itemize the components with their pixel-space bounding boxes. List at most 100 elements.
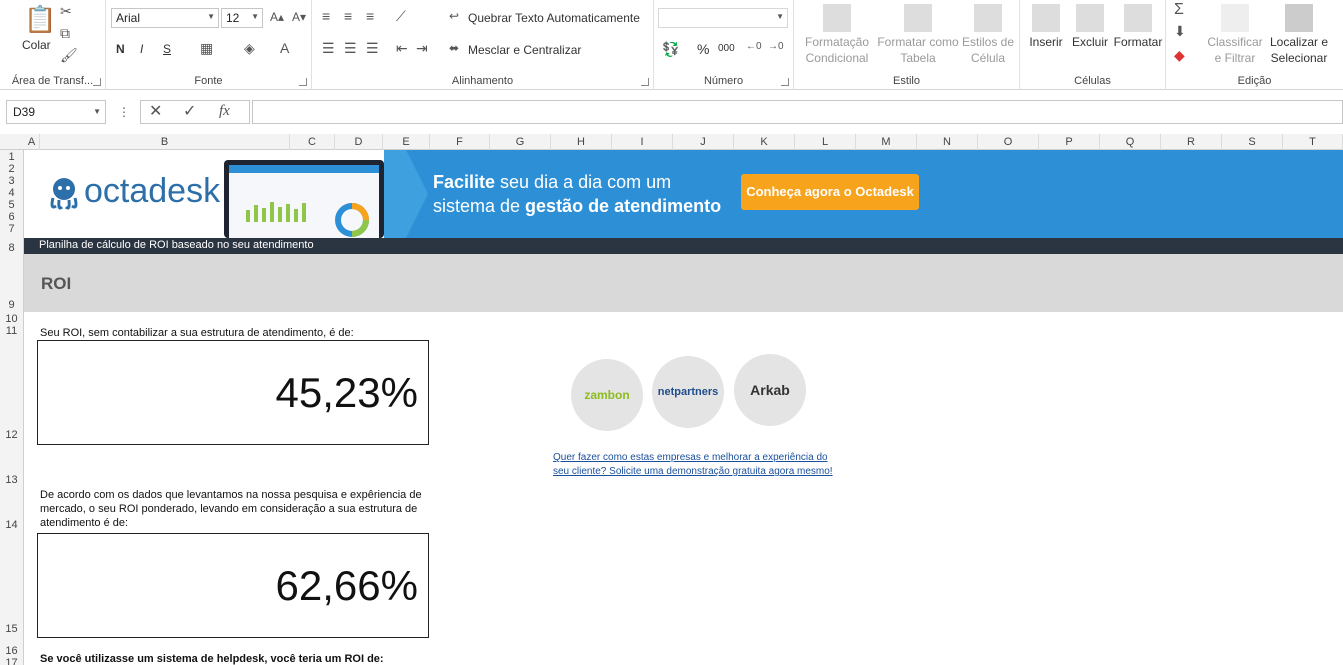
- format-painter-icon[interactable]: 🖌: [60, 48, 78, 62]
- wrap-text-icon[interactable]: ↩: [449, 10, 459, 22]
- insert-function-icon[interactable]: fx: [219, 104, 230, 119]
- row-header-6[interactable]: 6: [0, 212, 23, 223]
- row-header-12[interactable]: 12: [0, 430, 23, 441]
- align-top-icon[interactable]: ≡: [322, 9, 330, 23]
- paste-icon[interactable]: 📋: [24, 6, 56, 32]
- column-header-N[interactable]: N: [917, 134, 978, 150]
- column-header-S[interactable]: S: [1222, 134, 1283, 150]
- increase-indent-icon[interactable]: ⇥: [416, 41, 428, 55]
- column-header-B[interactable]: B: [40, 134, 290, 150]
- shrink-font-icon[interactable]: A▾: [292, 11, 306, 23]
- enter-icon[interactable]: ✓: [183, 104, 196, 120]
- column-header-C[interactable]: C: [290, 134, 335, 150]
- cancel-icon[interactable]: ✕: [149, 104, 162, 120]
- column-header-T[interactable]: T: [1283, 134, 1343, 150]
- row-header-11[interactable]: 11: [0, 326, 23, 337]
- align-center-icon[interactable]: ☰: [344, 41, 357, 55]
- column-header-E[interactable]: E: [383, 134, 430, 150]
- editing-group: Σ ⬇ ◆ Classificar e Filtrar Localizar e …: [1166, 0, 1343, 90]
- row-header-7[interactable]: 7: [0, 224, 23, 235]
- thousands-button[interactable]: 000: [718, 43, 735, 54]
- merge-center-button[interactable]: Mesclar e Centralizar: [468, 43, 581, 57]
- row-header-16[interactable]: 16: [0, 646, 23, 657]
- row-header-5[interactable]: 5: [0, 200, 23, 211]
- weighted-value-cell[interactable]: 62,66%: [37, 533, 429, 638]
- row-header-2[interactable]: 2: [0, 164, 23, 175]
- clear-icon[interactable]: ◆: [1174, 48, 1185, 62]
- underline-button[interactable]: S: [163, 42, 171, 56]
- orientation-icon[interactable]: ⟋: [396, 9, 406, 23]
- format-as-table-button[interactable]: Formatar como Tabela: [876, 4, 960, 66]
- align-right-icon[interactable]: ☰: [366, 41, 379, 55]
- name-box[interactable]: D39 ▼: [6, 100, 106, 124]
- formula-input[interactable]: [252, 100, 1343, 124]
- currency-icon[interactable]: 💱: [662, 42, 679, 56]
- italic-button[interactable]: I: [140, 42, 143, 56]
- column-header-H[interactable]: H: [551, 134, 612, 150]
- format-button[interactable]: Formatar: [1112, 4, 1164, 50]
- sort-filter-button[interactable]: Classificar e Filtrar: [1204, 4, 1266, 66]
- roi-value-cell[interactable]: 45,23%: [37, 340, 429, 445]
- demo-link-line-1[interactable]: Quer fazer como estas empresas e melhora…: [553, 452, 828, 463]
- cta-button[interactable]: Conheça agora o Octadesk: [741, 174, 919, 210]
- font-name-select[interactable]: Arial ▼: [111, 8, 219, 28]
- row-header-14[interactable]: 14: [0, 520, 23, 531]
- demo-link-line-2[interactable]: seu cliente? Solicite uma demonstração g…: [553, 466, 833, 477]
- increase-decimal-icon[interactable]: ←0: [746, 42, 762, 52]
- cell-styles-button[interactable]: Estilos de Célula: [960, 4, 1016, 66]
- number-format-select[interactable]: ▼: [658, 8, 788, 28]
- column-header-R[interactable]: R: [1161, 134, 1222, 150]
- row-header-9[interactable]: 9: [0, 300, 23, 311]
- bold-button[interactable]: N: [116, 42, 125, 56]
- column-header-J[interactable]: J: [673, 134, 734, 150]
- number-launcher[interactable]: [781, 78, 789, 86]
- column-header-L[interactable]: L: [795, 134, 856, 150]
- row-header-15[interactable]: 15: [0, 624, 23, 635]
- decrease-indent-icon[interactable]: ⇤: [396, 41, 408, 55]
- column-header-G[interactable]: G: [490, 134, 551, 150]
- row-header-10[interactable]: 10: [0, 314, 23, 325]
- row-header-17[interactable]: 17: [0, 658, 23, 665]
- alignment-launcher[interactable]: [641, 78, 649, 86]
- paste-button[interactable]: Colar: [22, 38, 51, 52]
- copy-icon[interactable]: ⧉: [60, 26, 70, 40]
- column-header-A[interactable]: A: [24, 134, 40, 150]
- align-bottom-icon[interactable]: ≡: [366, 9, 374, 23]
- wrap-text-button[interactable]: Quebrar Texto Automaticamente: [468, 11, 640, 25]
- column-header-I[interactable]: I: [612, 134, 673, 150]
- column-header-P[interactable]: P: [1039, 134, 1100, 150]
- font-color-icon[interactable]: A: [280, 41, 289, 55]
- row-header-4[interactable]: 4: [0, 188, 23, 199]
- row-header-8[interactable]: 8: [0, 243, 23, 254]
- weighted-label-1: De acordo com os dados que levantamos na…: [40, 489, 422, 501]
- row-header-3[interactable]: 3: [0, 176, 23, 187]
- clipboard-launcher[interactable]: [93, 78, 101, 86]
- column-header-O[interactable]: O: [978, 134, 1039, 150]
- insert-button[interactable]: Inserir: [1024, 4, 1068, 50]
- find-select-button[interactable]: Localizar e Selecionar: [1266, 4, 1332, 66]
- delete-button[interactable]: Excluir: [1068, 4, 1112, 50]
- decrease-decimal-icon[interactable]: →0: [768, 42, 784, 52]
- merge-icon[interactable]: ⬌: [449, 42, 459, 54]
- font-launcher[interactable]: [299, 78, 307, 86]
- fill-color-icon[interactable]: ◈: [244, 41, 255, 55]
- cut-icon[interactable]: ✂: [60, 4, 72, 18]
- font-size-select[interactable]: 12 ▼: [221, 8, 263, 28]
- autosum-icon[interactable]: Σ: [1174, 2, 1184, 18]
- column-header-K[interactable]: K: [734, 134, 795, 150]
- octadesk-banner[interactable]: octadesk Facilite seu dia a dia com um s…: [24, 150, 1343, 238]
- row-header-1[interactable]: 1: [0, 152, 23, 163]
- align-middle-icon[interactable]: ≡: [344, 9, 352, 23]
- conditional-formatting-button[interactable]: Formatação Condicional: [798, 4, 876, 66]
- row-header-13[interactable]: 13: [0, 475, 23, 486]
- fill-icon[interactable]: ⬇: [1174, 24, 1186, 38]
- column-header-Q[interactable]: Q: [1100, 134, 1161, 150]
- percent-button[interactable]: %: [697, 41, 709, 57]
- column-header-D[interactable]: D: [335, 134, 383, 150]
- borders-icon[interactable]: ▦: [200, 41, 213, 55]
- grow-font-icon[interactable]: A▴: [270, 11, 284, 23]
- align-left-icon[interactable]: ☰: [322, 41, 335, 55]
- column-header-F[interactable]: F: [430, 134, 490, 150]
- more-options-icon[interactable]: ⋮: [118, 106, 130, 118]
- column-header-M[interactable]: M: [856, 134, 917, 150]
